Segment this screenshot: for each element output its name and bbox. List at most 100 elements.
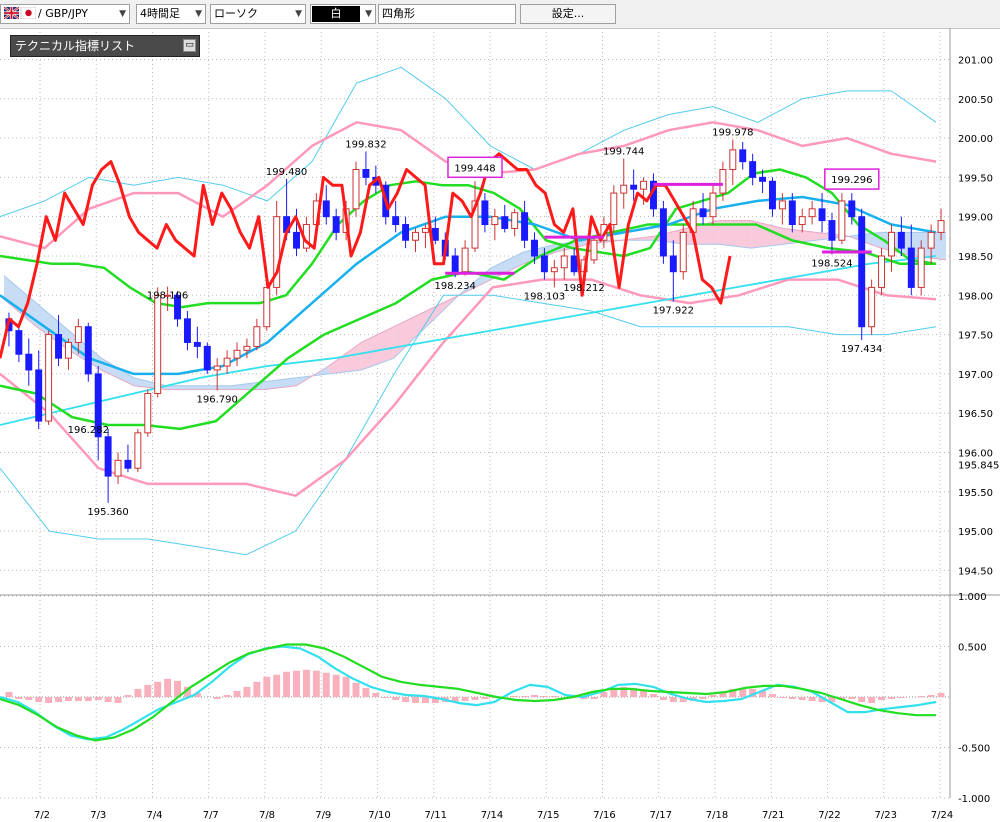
timeframe-label: 4時間足 bbox=[140, 7, 180, 20]
macd-histogram-bar bbox=[897, 697, 905, 699]
y-tick-label: 198.50 bbox=[958, 252, 993, 263]
timeframe-select[interactable]: 4時間足 ▼ bbox=[136, 4, 206, 24]
candle-body bbox=[412, 231, 419, 241]
macd-histogram-bar bbox=[293, 670, 300, 697]
bullish-candle bbox=[154, 287, 162, 398]
bullish-candle bbox=[620, 158, 628, 209]
bullish-candle bbox=[45, 330, 53, 425]
candle-body bbox=[322, 200, 330, 218]
macd-histogram-bar bbox=[481, 697, 489, 700]
candle-body bbox=[610, 192, 618, 226]
candle-body bbox=[669, 255, 677, 273]
candle-body bbox=[659, 208, 667, 257]
x-tick-label: 7/16 bbox=[593, 810, 615, 821]
symbol-select[interactable]: / GBP/JPY ▼ bbox=[0, 4, 130, 24]
price-label: 196.282 bbox=[68, 425, 109, 436]
candle-body bbox=[74, 326, 82, 343]
candle-body bbox=[144, 393, 152, 434]
bullish-candle bbox=[352, 161, 360, 217]
candle-body bbox=[104, 436, 112, 477]
macd-y-tick-label: 1.000 bbox=[958, 592, 987, 603]
settings-button[interactable]: 設定... bbox=[520, 4, 616, 24]
candle-body bbox=[451, 255, 459, 273]
bearish-candle bbox=[521, 200, 529, 249]
bullish-candle bbox=[679, 224, 687, 280]
macd-histogram-bar bbox=[531, 694, 538, 697]
candle-body bbox=[531, 239, 538, 257]
y-tick-label: 195.50 bbox=[958, 488, 993, 499]
x-tick-label: 7/14 bbox=[481, 810, 503, 821]
macd-histogram-bar bbox=[84, 697, 92, 702]
macd-y-tick-label: -0.500 bbox=[958, 744, 990, 755]
macd-histogram-bar bbox=[590, 697, 598, 700]
bearish-candle bbox=[501, 204, 509, 233]
bullish-candle bbox=[421, 224, 429, 249]
candle-body bbox=[332, 216, 340, 233]
candle-body bbox=[768, 180, 776, 210]
candle-body bbox=[620, 184, 628, 194]
candle-body bbox=[878, 255, 886, 288]
bullish-candle bbox=[709, 185, 717, 225]
candle-body bbox=[55, 334, 63, 359]
macd-histogram-bar bbox=[471, 697, 479, 701]
bullish-candle bbox=[461, 240, 469, 276]
bearish-candle bbox=[332, 208, 340, 241]
bearish-candle bbox=[84, 322, 92, 382]
cloud-span-a bbox=[3, 231, 946, 387]
color-select[interactable]: 白 ▼ bbox=[310, 4, 376, 24]
candle-body bbox=[868, 286, 876, 328]
macd-histogram-bar bbox=[412, 697, 419, 704]
candle-body bbox=[630, 184, 638, 190]
bearish-candle bbox=[402, 216, 410, 249]
bullish-candle bbox=[550, 259, 558, 288]
chart-area[interactable]: 196.282 195.360 198.106 196.790 199.480 199.8… bbox=[0, 28, 1000, 822]
x-tick-label: 7/18 bbox=[706, 810, 728, 821]
marker-shape-field[interactable]: 四角形 bbox=[378, 4, 516, 24]
macd-histogram-bar bbox=[124, 694, 132, 697]
bullish-candle bbox=[838, 193, 846, 245]
x-tick-label: 7/15 bbox=[537, 810, 559, 821]
candle-body bbox=[134, 432, 142, 469]
chevron-down-icon: ▼ bbox=[295, 9, 302, 19]
y-tick-label: 194.50 bbox=[958, 566, 993, 577]
bearish-candle bbox=[858, 208, 866, 341]
macd-histogram-bar bbox=[25, 697, 33, 701]
candle-body bbox=[233, 349, 241, 359]
macd-histogram-bar bbox=[273, 674, 281, 697]
macd-histogram-bar bbox=[362, 687, 370, 697]
macd-histogram-bar bbox=[878, 697, 886, 701]
candle-body bbox=[124, 459, 132, 469]
macd-histogram-bar bbox=[402, 697, 410, 703]
price-label: 199.978 bbox=[712, 128, 753, 139]
macd-histogram-bar bbox=[134, 688, 142, 697]
boxed-price-label: 199.296 bbox=[831, 175, 872, 186]
bullish-candle bbox=[590, 236, 598, 264]
bullish-candle bbox=[233, 342, 241, 367]
macd-y-tick-label: 0.500 bbox=[958, 643, 987, 654]
candle-body bbox=[540, 255, 548, 273]
y-tick-label: 201.00 bbox=[958, 55, 993, 66]
bullish-candle bbox=[253, 318, 261, 351]
x-tick-label: 7/4 bbox=[146, 810, 162, 821]
macd-histogram-bar bbox=[511, 695, 519, 697]
candle-body bbox=[511, 212, 519, 229]
indicator-list-panel[interactable]: テクニカル指標リスト ▭ bbox=[10, 35, 200, 57]
price-label: 197.922 bbox=[653, 306, 694, 317]
ichimoku-cloud bbox=[198, 385, 232, 390]
boxed-price-label: 199.448 bbox=[454, 163, 495, 174]
candle-body bbox=[818, 208, 826, 222]
macd-histogram-bar bbox=[372, 692, 380, 697]
candle-body bbox=[788, 200, 796, 226]
bearish-candle bbox=[739, 141, 747, 170]
chart-style-select[interactable]: ローソク ▼ bbox=[210, 4, 306, 24]
candle-body bbox=[84, 326, 92, 375]
x-tick-label: 7/10 bbox=[368, 810, 390, 821]
bearish-candle bbox=[124, 444, 132, 473]
macd-histogram-bar bbox=[283, 671, 291, 697]
price-label: 198.212 bbox=[563, 283, 604, 294]
macd-histogram-bar bbox=[392, 697, 400, 701]
price-label: 198.106 bbox=[147, 291, 188, 302]
candle-body bbox=[263, 286, 271, 328]
minimize-icon[interactable]: ▭ bbox=[183, 39, 196, 52]
candle-body bbox=[907, 247, 915, 288]
